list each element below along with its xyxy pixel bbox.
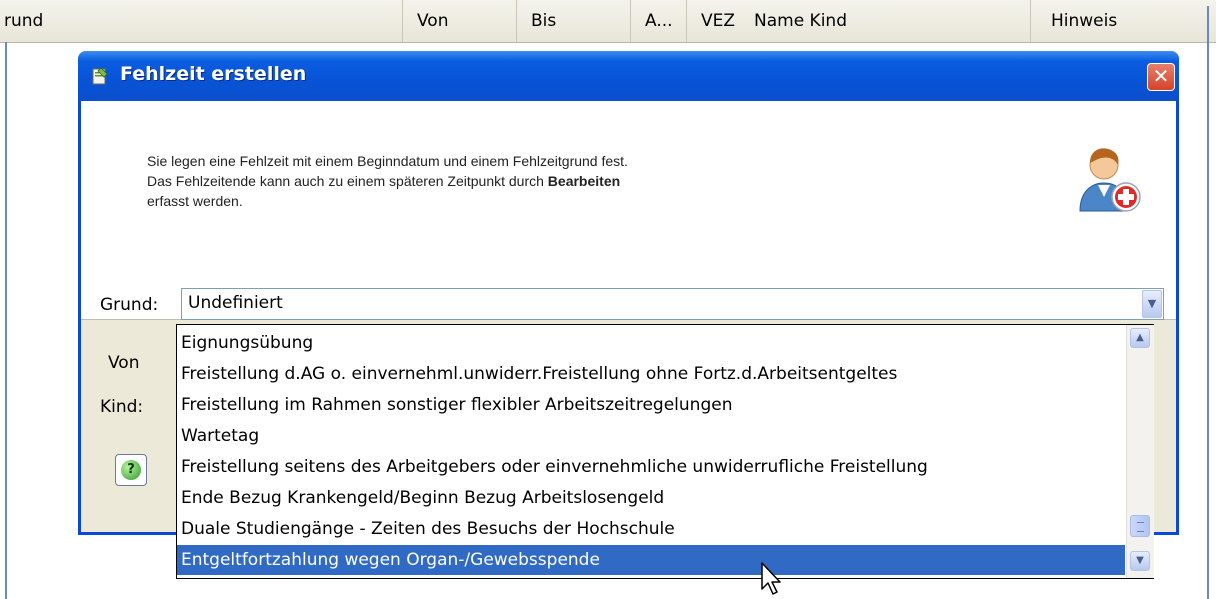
grund-dropdown-list[interactable]: Eignungsübung Freistellung d.AG o. einve…: [176, 324, 1154, 579]
scroll-down-icon[interactable]: ▼: [1130, 551, 1150, 571]
user-add-icon: [1079, 148, 1141, 212]
grund-select[interactable]: Undefiniert ▼: [181, 288, 1164, 320]
column-header-von[interactable]: Von: [402, 0, 516, 42]
grid-border-left: [5, 42, 7, 599]
info-text: Sie legen eine Fehlzeit mit einem Beginn…: [147, 151, 847, 211]
help-button[interactable]: ?: [115, 454, 147, 486]
list-item[interactable]: Freistellung d.AG o. einvernehml.unwider…: [177, 359, 1125, 389]
mouse-pointer-icon: [761, 562, 781, 595]
help-icon: ?: [121, 460, 141, 480]
kind-label: Kind:: [100, 397, 144, 417]
column-header-name-kind[interactable]: Name Kind: [742, 0, 1030, 42]
grund-select-value: Undefiniert: [188, 293, 283, 313]
list-item[interactable]: Wartetag: [177, 421, 1125, 451]
scroll-thumb[interactable]: [1130, 515, 1150, 537]
info-line-2-text: Das Fehlzeitende kann auch zu einem spät…: [147, 173, 548, 189]
chevron-down-icon[interactable]: ▼: [1142, 290, 1162, 318]
dialog-titlebar[interactable]: Fehlzeit erstellen ✕: [78, 51, 1179, 101]
list-item[interactable]: Freistellung im Rahmen sonstiger flexibl…: [177, 390, 1125, 420]
list-item[interactable]: Eignungsübung: [177, 328, 1125, 358]
column-header-grund[interactable]: rund: [0, 0, 402, 42]
scroll-up-icon[interactable]: ▲: [1130, 328, 1150, 348]
von-label: Von: [108, 353, 140, 373]
info-line-1: Sie legen eine Fehlzeit mit einem Beginn…: [147, 153, 628, 169]
column-header-vez[interactable]: VEZ: [686, 0, 742, 42]
info-line-3: erfasst werden.: [147, 193, 243, 209]
list-item[interactable]: Freistellung seitens des Arbeitgebers od…: [177, 452, 1125, 482]
grund-label: Grund:: [100, 295, 159, 315]
column-header-bis[interactable]: Bis: [516, 0, 630, 42]
column-header-hinweis[interactable]: Hinweis: [1030, 0, 1216, 42]
dialog-title: Fehlzeit erstellen: [120, 63, 307, 85]
grid-header: rund Von Bis A... VEZ Name Kind Hinweis: [0, 0, 1216, 43]
dropdown-scrollbar[interactable]: ▲ ▼: [1126, 325, 1154, 578]
list-item[interactable]: Ende Bezug Krankengeld/Beginn Bezug Arbe…: [177, 483, 1125, 513]
list-item[interactable]: Duale Studiengänge - Zeiten des Besuchs …: [177, 514, 1125, 544]
document-edit-icon: [92, 67, 108, 85]
column-header-a[interactable]: A...: [630, 0, 686, 42]
grid-border-right: [1207, 6, 1209, 599]
close-button[interactable]: ✕: [1147, 63, 1175, 91]
info-bearbeiten: Bearbeiten: [547, 173, 621, 189]
info-line-2: Das Fehlzeitende kann auch zu einem spät…: [147, 171, 847, 191]
list-item-selected[interactable]: Entgeltfortzahlung wegen Organ-/Gewebssp…: [177, 545, 1125, 575]
